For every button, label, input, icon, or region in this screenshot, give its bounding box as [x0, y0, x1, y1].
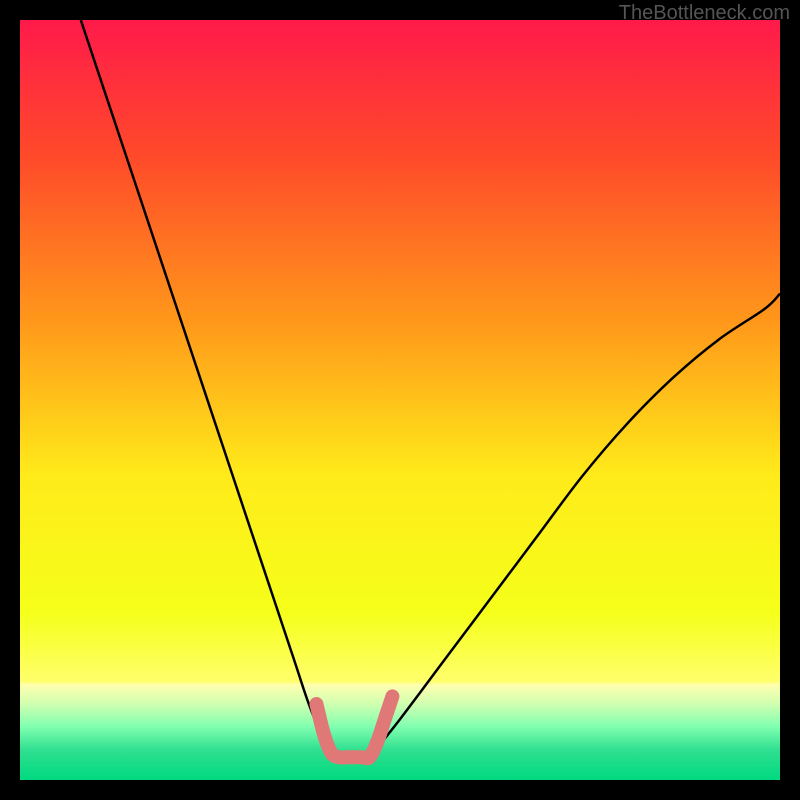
- chart-svg: [20, 20, 780, 780]
- gradient-background: [20, 20, 780, 780]
- watermark-text: TheBottleneck.com: [619, 2, 790, 25]
- bottleneck-chart: [20, 20, 780, 780]
